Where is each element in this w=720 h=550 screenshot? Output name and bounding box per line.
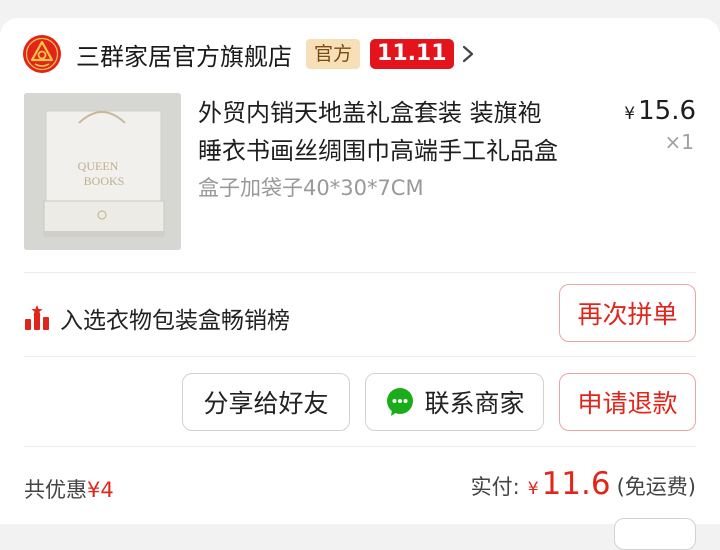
contact-merchant-button[interactable]: 联系商家 — [365, 373, 544, 431]
divider — [24, 272, 696, 273]
refund-button[interactable]: 申请退款 — [559, 373, 696, 431]
contact-merchant-label: 联系商家 — [424, 389, 525, 418]
price-currency: ¥ — [624, 104, 636, 124]
product-price: ¥15.6 — [624, 96, 696, 126]
order-card: 三群家居官方旗舰店 官方 11.11 QUEEN BOOKS 外贸内销天地盖礼盒… — [0, 18, 720, 550]
product-title-line-1: 外贸内销天地盖礼盒套装 装旗袍 — [198, 99, 542, 127]
shipping-note: (免运费) — [616, 475, 696, 499]
product-title-line-2: 睡衣书画丝绸围巾高端手工礼品盒 — [198, 137, 558, 165]
ranking-row[interactable]: 入选衣物包装盒畅销榜 — [24, 301, 290, 335]
thumb-brand-text-1: QUEEN — [78, 159, 119, 173]
share-button[interactable]: 分享给好友 — [182, 373, 350, 431]
product-title[interactable]: 外贸内销天地盖礼盒套装 装旗袍 睡衣书画丝绸围巾高端手工礼品盒 — [198, 94, 608, 170]
discount-label: 共优惠 — [24, 478, 87, 502]
reorder-button[interactable]: 再次拼单 — [559, 284, 696, 342]
paid-currency: ¥ — [527, 479, 539, 499]
paid-label: 实付: — [470, 475, 520, 499]
thumb-brand-text-2: BOOKS — [84, 174, 125, 188]
divider — [24, 446, 696, 447]
shop-header[interactable]: 三群家居官方旗舰店 官方 11.11 — [22, 32, 476, 76]
shop-name[interactable]: 三群家居官方旗舰店 — [76, 37, 292, 72]
shop-logo-icon — [23, 35, 61, 73]
official-badge: 官方 — [306, 39, 361, 69]
product-quantity: ×1 — [664, 130, 694, 154]
ranking-text: 入选衣物包装盒畅销榜 — [60, 308, 290, 334]
chat-bubble-icon — [387, 388, 414, 416]
promo-1111-badge: 11.11 — [370, 39, 454, 69]
product-thumbnail[interactable]: QUEEN BOOKS — [24, 93, 181, 250]
discount-summary: 共优惠¥4 — [24, 474, 114, 504]
paid-amount: 11.6 — [541, 466, 611, 502]
price-value: 15.6 — [638, 96, 696, 126]
next-card-button-peek — [614, 518, 696, 550]
product-spec: 盒子加袋子40*30*7CM — [198, 176, 424, 200]
paid-summary: 实付: ¥11.6 (免运费) — [471, 466, 696, 502]
ranking-bars-icon — [25, 305, 49, 330]
discount-amount: ¥4 — [87, 478, 114, 502]
product-image: QUEEN BOOKS — [24, 93, 181, 250]
chevron-right-icon[interactable] — [460, 43, 476, 65]
divider — [24, 356, 696, 357]
